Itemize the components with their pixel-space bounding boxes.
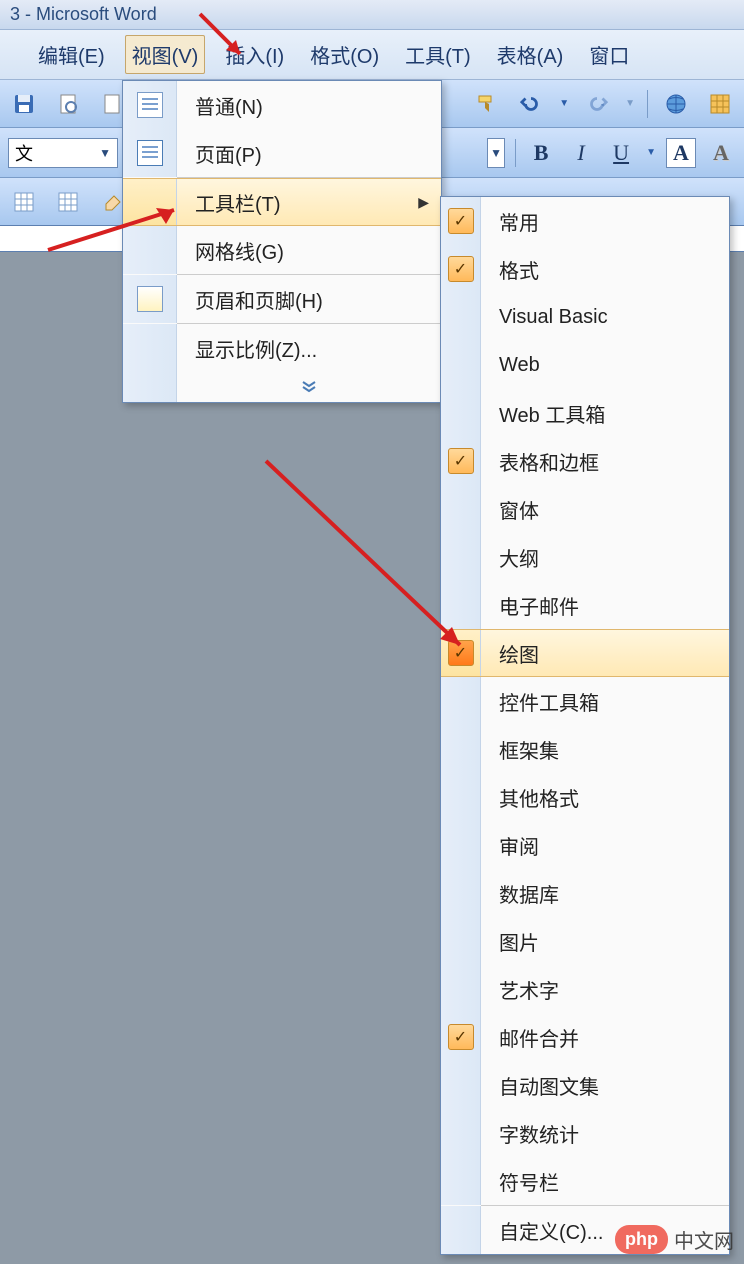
submenu-item[interactable]: ✓ 常用 [441,197,729,245]
submenu-item[interactable]: ✓ 邮件合并 [441,1013,729,1061]
expand-chevrons-icon [299,380,319,394]
submenu-item[interactable]: ✓ 格式 [441,245,729,293]
normal-view-icon [137,92,163,118]
submenu-item[interactable]: 电子邮件 [441,581,729,629]
submenu-label: 电子邮件 [481,591,729,620]
print-preview-icon[interactable] [52,88,84,120]
submenu-item[interactable]: 自动图文集 [441,1061,729,1109]
submenu-label: 大纲 [481,543,729,572]
submenu-item[interactable]: 艺术字 [441,965,729,1013]
draw-table-icon[interactable] [8,186,40,218]
submenu-label: 绘图 [481,639,729,668]
menu-item-zoom[interactable]: 显示比例(Z)... [123,324,441,372]
submenu-label: Web [481,354,729,377]
menu-item-normal-view[interactable]: 普通(N) [123,81,441,129]
watermark: php 中文网 [615,1225,734,1254]
submenu-item[interactable]: Web [441,341,729,389]
submenu-label: 图片 [481,927,729,956]
style-combo-text: 文 [15,140,33,166]
submenu-item[interactable]: 图片 [441,917,729,965]
menu-label: 工具栏(T) [177,188,418,217]
submenu-item[interactable]: 字数统计 [441,1109,729,1157]
submenu-label: 邮件合并 [481,1023,729,1052]
font-size-dropdown[interactable]: ▼ [487,138,505,168]
style-combo[interactable]: 文 ▼ [8,138,118,168]
watermark-text: 中文网 [674,1225,734,1254]
menu-label: 网格线(G) [177,236,429,265]
menu-format[interactable]: 格式(O) [304,36,385,73]
chevron-down-icon: ▼ [490,146,502,160]
submenu-item[interactable]: ✓ 表格和边框 [441,437,729,485]
submenu-label: 符号栏 [481,1167,729,1196]
submenu-label: 表格和边框 [481,447,729,476]
menu-label: 页眉和页脚(H) [177,285,429,314]
page-view-icon [137,140,163,166]
titlebar: 3 - Microsoft Word [0,0,744,30]
check-icon: ✓ [448,640,474,666]
tables-borders-icon[interactable] [704,88,736,120]
chevron-down-icon: ▼ [99,146,111,160]
submenu-label: 窗体 [481,495,729,524]
submenu-arrow-icon: ▶ [418,194,429,211]
check-icon: ✓ [448,448,474,474]
submenu-item[interactable]: ✓ 绘图 [441,629,729,677]
check-icon: ✓ [448,208,474,234]
character-border-button[interactable]: A [666,138,696,168]
menubar: 编辑(E) 视图(V) 插入(I) 格式(O) 工具(T) 表格(A) 窗口 [0,30,744,80]
hyperlink-icon[interactable] [660,88,692,120]
menu-item-header-footer[interactable]: 页眉和页脚(H) [123,275,441,323]
submenu-item[interactable]: 符号栏 [441,1157,729,1205]
insert-table-icon[interactable] [52,186,84,218]
submenu-label: 框架集 [481,735,729,764]
menu-label: 普通(N) [177,91,429,120]
submenu-label: 自动图文集 [481,1071,729,1100]
undo-icon[interactable] [515,88,547,120]
menu-expand-button[interactable] [123,372,441,402]
check-icon: ✓ [448,256,474,282]
save-icon[interactable] [8,88,40,120]
menu-table[interactable]: 表格(A) [491,36,570,73]
menu-item-gridlines[interactable]: 网格线(G) [123,226,441,274]
submenu-item[interactable]: 大纲 [441,533,729,581]
submenu-label: 格式 [481,255,729,284]
submenu-label: 其他格式 [481,783,729,812]
menu-insert[interactable]: 插入(I) [219,36,290,73]
check-icon: ✓ [448,1024,474,1050]
submenu-item[interactable]: Web 工具箱 [441,389,729,437]
submenu-item[interactable]: 窗体 [441,485,729,533]
submenu-label: 字数统计 [481,1119,729,1148]
menu-window[interactable]: 窗口 [583,36,635,73]
bold-button[interactable]: B [526,138,556,168]
app-title: 3 - Microsoft Word [10,4,157,25]
format-painter-icon[interactable] [471,88,503,120]
submenu-item[interactable]: 审阅 [441,821,729,869]
submenu-item[interactable]: 控件工具箱 [441,677,729,725]
italic-button[interactable]: I [566,138,596,168]
submenu-label: 数据库 [481,879,729,908]
redo-icon[interactable] [581,88,613,120]
character-shading-button[interactable]: A [706,138,736,168]
underline-button[interactable]: U [606,138,636,168]
submenu-label: 常用 [481,207,729,236]
menu-label: 显示比例(Z)... [177,334,429,363]
header-footer-icon [137,286,163,312]
submenu-item[interactable]: Visual Basic [441,293,729,341]
submenu-label: Web 工具箱 [481,399,729,428]
menu-label: 页面(P) [177,139,429,168]
submenu-label: 审阅 [481,831,729,860]
toolbars-submenu: ✓ 常用 ✓ 格式 Visual Basic Web Web 工具箱 ✓ 表格和边框窗体大纲电子… [440,196,730,1255]
menu-edit[interactable]: 编辑(E) [32,36,111,73]
submenu-item[interactable]: 其他格式 [441,773,729,821]
menu-view[interactable]: 视图(V) [125,35,206,74]
menu-tools[interactable]: 工具(T) [399,36,477,73]
menu-item-toolbars[interactable]: 工具栏(T) ▶ [123,178,441,226]
submenu-label: 艺术字 [481,975,729,1004]
menu-item-page-view[interactable]: 页面(P) [123,129,441,177]
submenu-item[interactable]: 框架集 [441,725,729,773]
submenu-item[interactable]: 数据库 [441,869,729,917]
view-dropdown-menu: 普通(N) 页面(P) 工具栏(T) ▶ 网格线(G) 页眉和页脚(H) 显示比… [122,80,442,403]
watermark-logo: php [615,1225,668,1254]
submenu-label: Visual Basic [481,306,729,329]
submenu-label: 控件工具箱 [481,687,729,716]
